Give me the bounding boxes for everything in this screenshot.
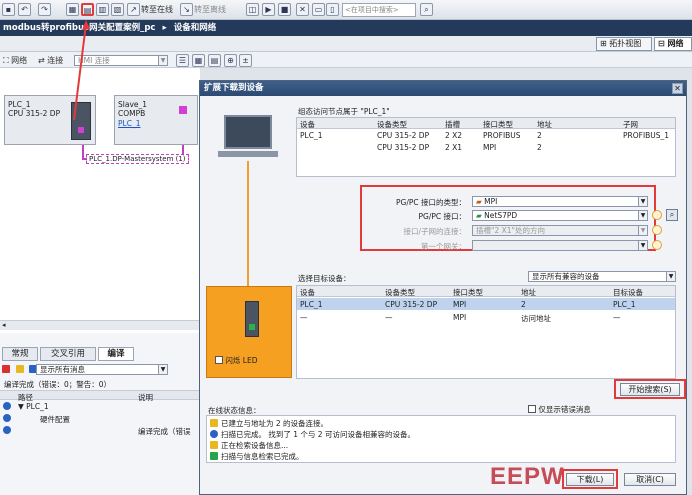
target-filter-value: 显示所有兼容的设备: [532, 272, 600, 281]
eepw-watermark-logo: EEPW: [490, 463, 565, 490]
status-line: 正在检索设备信息...: [210, 440, 288, 451]
start-search-button[interactable]: 开始搜索(S): [620, 383, 680, 396]
info-icon: [210, 430, 218, 438]
subnet-connection-value: 插槽"2 X1"处的方向: [476, 226, 545, 235]
cell: 2 X1: [445, 143, 463, 152]
only-errors-checkbox[interactable]: 仅显示错误消息: [528, 404, 591, 415]
cell: PROFIBUS_1: [623, 131, 670, 140]
pc-icon: [224, 115, 272, 149]
arrow-to-download-icon: [73, 23, 87, 121]
gateway-select: ▼: [472, 240, 648, 251]
col-target-device: 目标设备: [613, 288, 643, 297]
dialog-title: 扩展下载到设备: [200, 81, 686, 96]
status-line: 扫描已完成。 找到了 1 个与 2 可访问设备相兼容的设备。: [210, 429, 415, 440]
cell: —: [613, 313, 621, 322]
mpi-icon: ▰: [476, 197, 482, 206]
connection-line: [247, 161, 249, 287]
pgpc-type-select[interactable]: ▰ MPI ▼: [472, 196, 648, 207]
col-device-type: 设备类型: [377, 120, 407, 129]
pgpc-interface-select[interactable]: ▰ NetS7PD ▼: [472, 210, 648, 221]
cell: MPI: [453, 300, 467, 309]
cell: MPI: [453, 313, 467, 322]
cell: PLC_1: [300, 131, 323, 140]
download-button[interactable]: 下载(L): [566, 473, 614, 486]
pc-keyboard-icon: [218, 151, 278, 157]
gateway-label: 第一个网关：: [421, 242, 466, 251]
config-access-table: 设备 设备类型 插槽 接口类型 地址 子网 PLC_1 CPU 315-2 DP…: [296, 117, 676, 177]
config-caption: 组态访问节点属于 "PLC_1": [298, 107, 390, 116]
cell: CPU 315-2 DP: [385, 300, 438, 309]
pgpc-interface-label: PG/PC 接口：: [418, 212, 466, 221]
target-filter-select[interactable]: 显示所有兼容的设备 ▼: [528, 271, 676, 282]
table-row[interactable]: CPU 315-2 DP 2 X1 MPI 2: [297, 142, 675, 153]
plc-icon: [245, 301, 259, 337]
target-table-header: 设备 设备类型 接口类型 地址 目标设备: [297, 286, 675, 297]
table-row[interactable]: PLC_1 CPU 315-2 DP 2 X2 PROFIBUS 2 PROFI…: [297, 130, 675, 141]
col-device-type: 设备类型: [385, 288, 415, 297]
chevron-down-icon: ▼: [638, 226, 647, 235]
cell: 2 X2: [445, 131, 463, 140]
status-text: 扫描与信息检索已完成。: [221, 452, 304, 461]
extended-download-dialog: 扩展下载到设备 ✕ 组态访问节点属于 "PLC_1" 设备 设备类型 插槽 接口…: [199, 80, 687, 495]
cell: CPU 315-2 DP: [377, 143, 430, 152]
col-interface-type: 接口类型: [483, 120, 513, 129]
subnet-connection-label: 接口/子网的连接：: [403, 227, 466, 236]
status-text: 正在检索设备信息...: [221, 441, 289, 450]
chevron-down-icon: ▼: [638, 197, 647, 206]
cell: PLC_1: [300, 300, 323, 309]
target-device-panel: 闪烁 LED: [206, 286, 292, 378]
interface-properties-icon[interactable]: ⌕: [666, 209, 678, 221]
pgpc-type-label: PG/PC 接口的类型：: [395, 198, 466, 207]
subnet-connection-select: 插槽"2 X1"处的方向 ▼: [472, 225, 648, 236]
flash-led-checkbox[interactable]: 闪烁 LED: [215, 355, 257, 366]
arrowhead-icon: [82, 20, 90, 30]
online-status-log: 已建立与地址为 2 的设备连接。 扫描已完成。 找到了 1 个与 2 可访问设备…: [206, 415, 676, 463]
cell: PLC_1: [613, 300, 636, 309]
status-text: 已建立与地址为 2 的设备连接。: [221, 419, 329, 428]
pgpc-type-value: MPI: [484, 197, 498, 206]
close-icon[interactable]: ✕: [672, 83, 683, 94]
col-address: 地址: [521, 288, 536, 297]
cell: 2: [537, 131, 542, 140]
cell: 2: [521, 300, 526, 309]
status-line: 已建立与地址为 2 的设备连接。: [210, 418, 328, 429]
status-text: 扫描已完成。 找到了 1 个与 2 可访问设备相兼容的设备。: [221, 430, 415, 439]
status-line: 扫描与信息检索已完成。: [210, 451, 304, 462]
table-row-selected[interactable]: PLC_1 CPU 315-2 DP MPI 2 PLC_1: [297, 298, 675, 310]
cell: —: [300, 313, 308, 322]
cell: 2: [537, 143, 542, 152]
subnet-status-icon: [652, 225, 662, 235]
interface-status-icon: [652, 210, 662, 220]
gateway-status-icon: [652, 240, 662, 250]
target-device-caption: 选择目标设备：: [298, 274, 351, 283]
col-subnet: 子网: [623, 120, 638, 129]
col-slot: 插槽: [445, 120, 460, 129]
cell: MPI: [483, 143, 497, 152]
chevron-down-icon: ▼: [638, 241, 647, 250]
connection-status-icon: [210, 419, 218, 427]
success-check-icon: [210, 452, 218, 460]
cell: CPU 315-2 DP: [377, 131, 430, 140]
flash-led-label: 闪烁 LED: [225, 356, 258, 365]
col-interface-type: 接口类型: [453, 288, 483, 297]
cell: 访问地址: [521, 314, 551, 323]
col-device: 设备: [300, 288, 315, 297]
pgpc-interface-value: NetS7PD: [484, 211, 518, 220]
cancel-button[interactable]: 取消(C): [624, 473, 676, 486]
retrieving-icon: [210, 441, 218, 449]
target-device-table: 设备 设备类型 接口类型 地址 目标设备 PLC_1 CPU 315-2 DP …: [296, 285, 676, 379]
cell: PROFIBUS: [483, 131, 521, 140]
network-adapter-icon: ▰: [476, 211, 482, 220]
col-address: 地址: [537, 120, 552, 129]
col-device: 设备: [300, 120, 315, 129]
checkbox-icon: [528, 405, 536, 413]
chevron-down-icon: ▼: [638, 211, 647, 220]
chevron-down-icon: ▼: [666, 272, 675, 281]
cell: —: [385, 313, 393, 322]
table-row[interactable]: — — MPI 访问地址 —: [297, 311, 675, 323]
config-table-header: 设备 设备类型 插槽 接口类型 地址 子网: [297, 118, 675, 129]
checkbox-icon: [215, 356, 223, 364]
only-errors-label: 仅显示错误消息: [538, 405, 591, 414]
